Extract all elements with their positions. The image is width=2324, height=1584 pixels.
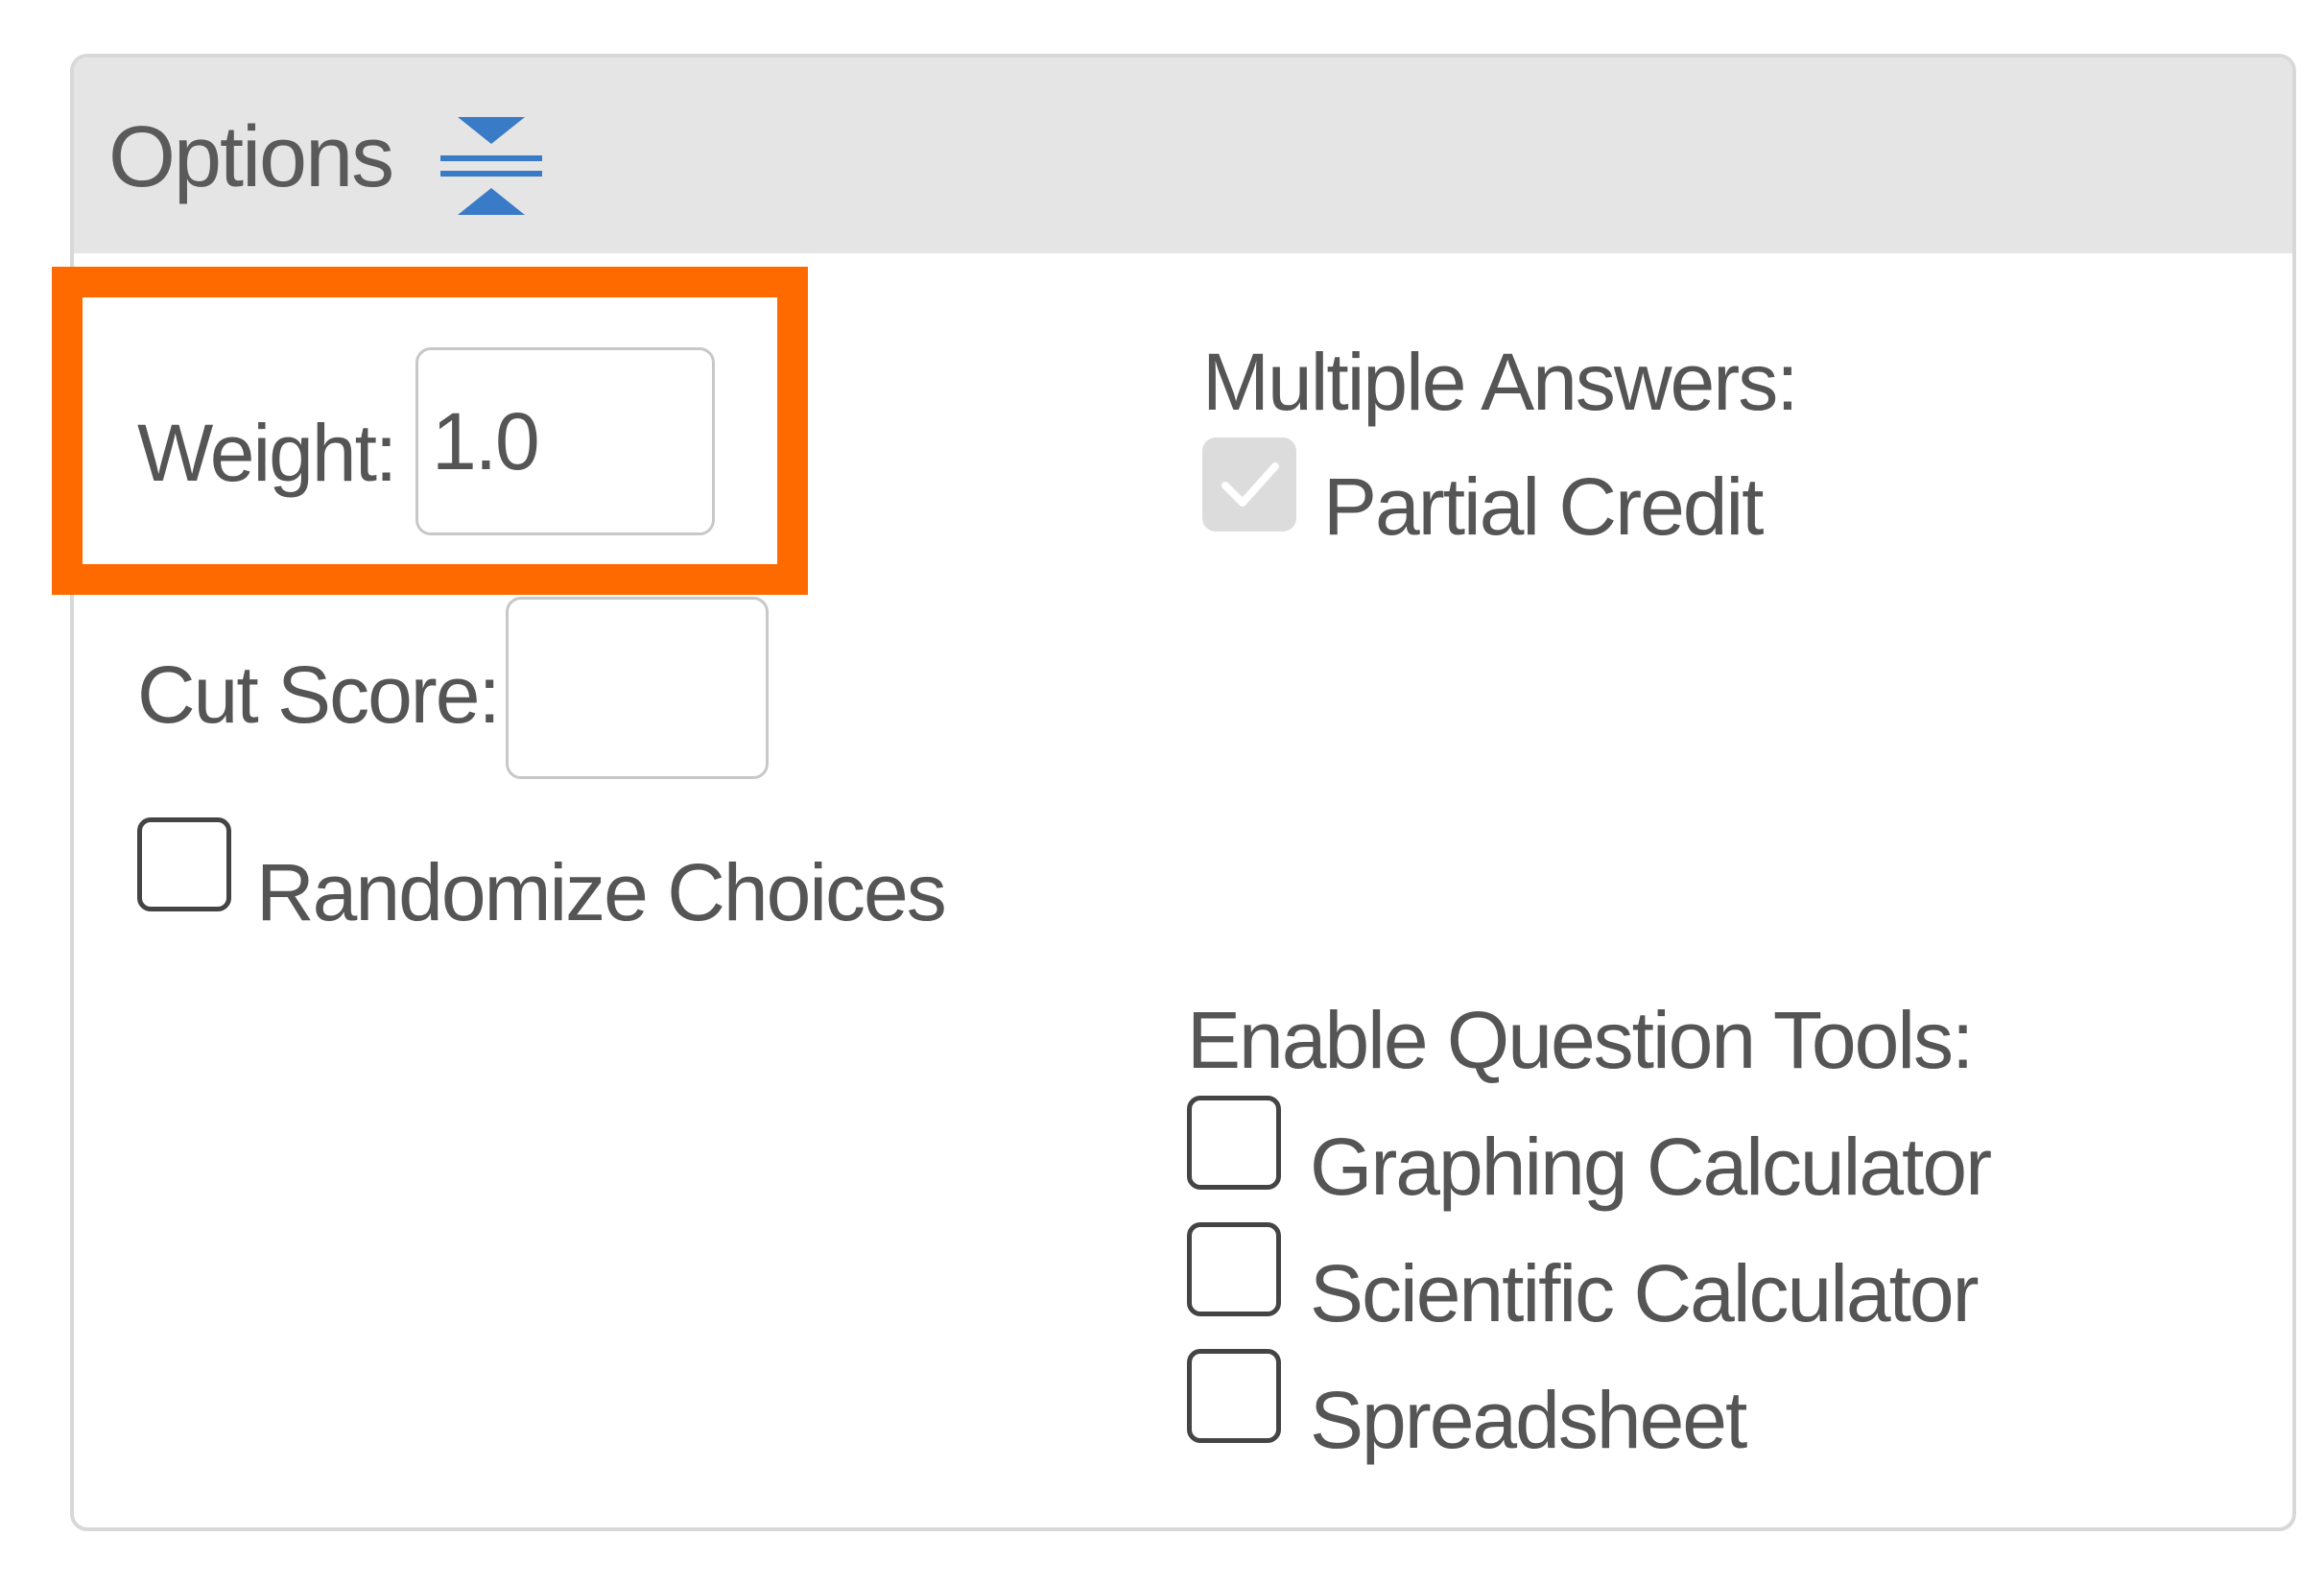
graphing-calculator-label: Graphing Calculator [1310, 1122, 1992, 1212]
graphing-calculator-checkbox[interactable] [1187, 1096, 1281, 1190]
weight-input[interactable] [415, 347, 715, 535]
randomize-choices-checkbox[interactable] [137, 817, 231, 911]
partial-credit-checkbox[interactable] [1202, 437, 1296, 532]
question-tools-heading: Enable Question Tools: [1187, 995, 1974, 1085]
scientific-calculator-label: Scientific Calculator [1310, 1248, 1980, 1338]
scientific-calculator-checkbox[interactable] [1187, 1222, 1281, 1316]
randomize-choices-label: Randomize Choices [256, 847, 947, 937]
multiple-answers-heading: Multiple Answers: [1202, 337, 1799, 427]
weight-label: Weight: [137, 408, 397, 498]
partial-credit-label: Partial Credit [1323, 461, 1765, 552]
cut-score-input[interactable] [506, 597, 769, 779]
options-panel-header[interactable]: Options [74, 58, 2292, 253]
options-panel-title: Options [108, 109, 394, 205]
spreadsheet-label: Spreadsheet [1310, 1375, 1747, 1465]
spreadsheet-checkbox[interactable] [1187, 1349, 1281, 1443]
collapse-vertical-icon[interactable] [440, 117, 542, 215]
checkmark-icon [1221, 462, 1279, 507]
cut-score-label: Cut Score: [137, 650, 501, 740]
options-panel: Options Weight: Cut Score: Randomize Cho… [70, 54, 2296, 1531]
